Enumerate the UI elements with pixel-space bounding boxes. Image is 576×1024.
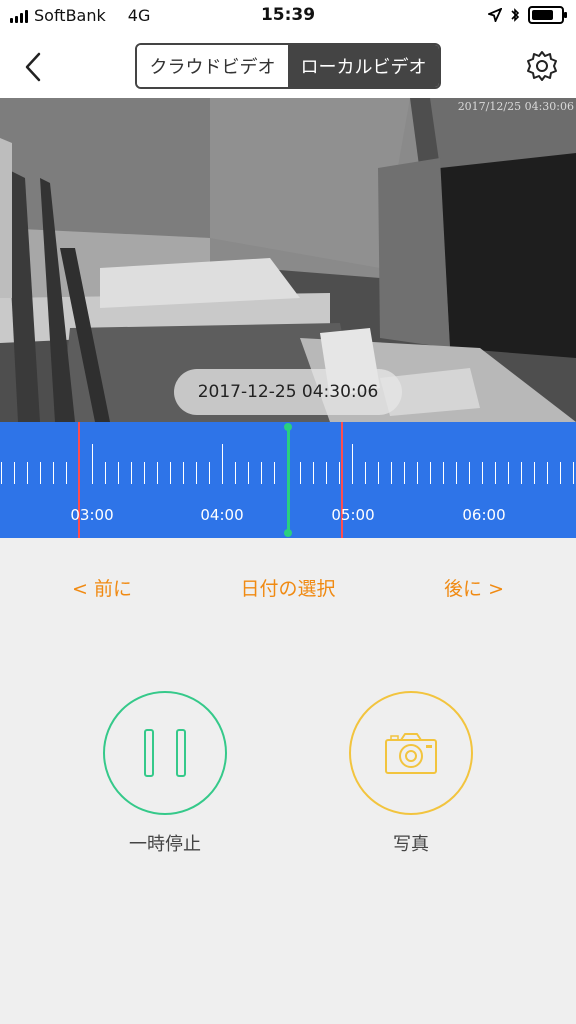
- timeline-major-tick: [222, 444, 223, 484]
- timeline-minor-tick: [53, 462, 54, 484]
- timeline-minor-tick: [105, 462, 106, 484]
- timeline-minor-tick: [469, 462, 470, 484]
- timeline-minor-tick: [27, 462, 28, 484]
- timeline-minor-tick: [196, 462, 197, 484]
- timeline-minor-tick: [391, 462, 392, 484]
- timeline-minor-tick: [157, 462, 158, 484]
- camera-icon: [385, 733, 437, 774]
- video-source-switch: クラウドビデオ ローカルビデオ: [135, 43, 441, 89]
- gear-icon: [527, 51, 557, 81]
- bluetooth-icon: [511, 8, 520, 22]
- timeline[interactable]: 03:00 04:00 05:00 06:00: [0, 422, 576, 538]
- timeline-major-tick: [352, 444, 353, 484]
- video-overlay-timestamp: 2017/12/25 04:30:06: [457, 100, 574, 113]
- playback-timestamp: 2017-12-25 04:30:06: [174, 369, 402, 415]
- timeline-label: 06:00: [462, 506, 506, 524]
- timeline-cursor-handle-bottom[interactable]: [284, 529, 292, 537]
- timeline-cursor[interactable]: [287, 426, 290, 534]
- photo-label: 写真: [393, 834, 429, 855]
- timeline-cursor-handle-top[interactable]: [284, 423, 292, 431]
- timeline-minor-tick: [534, 462, 535, 484]
- timeline-label: 03:00: [70, 506, 114, 524]
- timeline-minor-tick: [547, 462, 548, 484]
- pause-button[interactable]: [103, 691, 227, 815]
- timeline-minor-tick: [209, 462, 210, 484]
- timeline-minor-tick: [521, 462, 522, 484]
- timeline-minor-tick: [404, 462, 405, 484]
- battery-icon: [528, 6, 567, 24]
- photo-button[interactable]: [349, 691, 473, 815]
- timeline-minor-tick: [339, 462, 340, 484]
- status-icons: [488, 6, 567, 24]
- timeline-minor-tick: [495, 462, 496, 484]
- timeline-minor-tick: [1, 462, 2, 484]
- timeline-minor-tick: [300, 462, 301, 484]
- timeline-minor-tick: [248, 462, 249, 484]
- battery-level: [532, 10, 553, 20]
- timeline-minor-tick: [482, 462, 483, 484]
- settings-button[interactable]: [524, 48, 560, 84]
- timeline-minor-tick: [144, 462, 145, 484]
- timeline-minor-tick: [40, 462, 41, 484]
- timeline-minor-tick: [183, 462, 184, 484]
- timeline-minor-tick: [118, 462, 119, 484]
- tab-local-video[interactable]: ローカルビデオ: [288, 45, 439, 87]
- timeline-major-tick: [92, 444, 93, 484]
- location-arrow-icon: [488, 8, 502, 22]
- pause-label: 一時停止: [129, 834, 201, 855]
- navigation-bar: クラウドビデオ ローカルビデオ: [0, 34, 576, 98]
- timeline-minor-tick: [456, 462, 457, 484]
- timeline-minor-tick: [430, 462, 431, 484]
- timeline-minor-tick: [235, 462, 236, 484]
- timeline-minor-tick: [261, 462, 262, 484]
- timeline-minor-tick: [560, 462, 561, 484]
- timeline-minor-tick: [365, 462, 366, 484]
- timeline-minor-tick: [170, 462, 171, 484]
- date-navigation: < 前に 日付の選択 後に >: [0, 570, 576, 604]
- pause-icon: [133, 729, 197, 777]
- timeline-minor-tick: [66, 462, 67, 484]
- timeline-label: 04:00: [200, 506, 244, 524]
- timeline-minor-tick: [378, 462, 379, 484]
- timeline-minor-tick: [443, 462, 444, 484]
- chevron-left-icon: [25, 52, 41, 82]
- back-button[interactable]: [16, 50, 50, 84]
- timeline-label: 05:00: [331, 506, 375, 524]
- timeline-minor-tick: [313, 462, 314, 484]
- timeline-minor-tick: [573, 462, 574, 484]
- tab-cloud-video[interactable]: クラウドビデオ: [137, 45, 288, 87]
- timeline-minor-tick: [274, 462, 275, 484]
- timeline-minor-tick: [326, 462, 327, 484]
- timeline-minor-tick: [131, 462, 132, 484]
- status-bar: SoftBank 4G 15:39: [0, 0, 576, 34]
- timeline-minor-tick: [14, 462, 15, 484]
- timeline-minor-tick: [417, 462, 418, 484]
- next-day-button[interactable]: 後に >: [444, 574, 504, 601]
- timeline-minor-tick: [508, 462, 509, 484]
